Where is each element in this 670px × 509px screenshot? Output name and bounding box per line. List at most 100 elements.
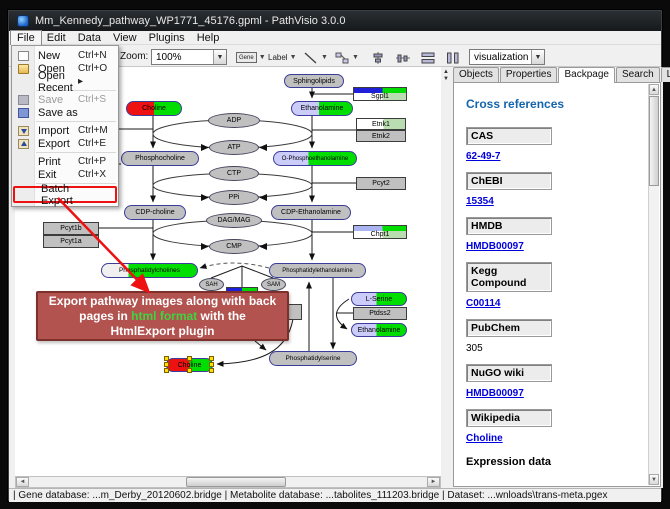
xref-value-link[interactable]: C00114 xyxy=(466,298,500,309)
annotation-line2-highlight: html format xyxy=(131,309,197,323)
file-menu-item-batch-export[interactable]: Batch Export xyxy=(13,186,117,203)
node-l-serine[interactable]: L-Serine xyxy=(351,292,407,306)
gene-tool-button[interactable]: Gene▼ xyxy=(233,49,269,66)
file-menu-item-new[interactable]: NewCtrl+N xyxy=(12,49,118,62)
file-menu-item-import[interactable]: ImportCtrl+M xyxy=(12,124,118,137)
selection-handle[interactable] xyxy=(209,362,214,367)
node-choline-selected[interactable]: Choline xyxy=(166,358,213,372)
menu-view[interactable]: View xyxy=(107,31,143,45)
tab-objects[interactable]: Objects xyxy=(453,67,499,82)
node-cdp-choline[interactable]: CDP-choline xyxy=(124,205,186,220)
node-sam[interactable]: SAM xyxy=(261,278,286,291)
line-tool-button[interactable]: ▼ xyxy=(300,49,331,66)
panel-splitter[interactable]: ▲▼ xyxy=(441,67,451,488)
menu-file[interactable]: File xyxy=(11,31,41,45)
node-phosphatidylserine[interactable]: Phosphatidylserine xyxy=(269,351,357,366)
status-bar: | Gene database: ...m_Derby_20120602.bri… xyxy=(9,488,661,502)
gene-tool-icon: Gene xyxy=(236,52,257,63)
selection-handle[interactable] xyxy=(209,368,214,373)
selection-handle[interactable] xyxy=(164,356,169,361)
xref-value-link[interactable]: Choline xyxy=(466,433,503,444)
node-ethanolamine-2[interactable]: Ethanolamine xyxy=(351,323,407,337)
node-ethanolamine[interactable]: Ethanolamine xyxy=(291,101,353,116)
menu-edit[interactable]: Edit xyxy=(41,31,72,45)
selection-handle[interactable] xyxy=(164,362,169,367)
node-sphingolipids[interactable]: Sphingolipids xyxy=(284,74,344,88)
file-menu-item-save-as[interactable]: Save as xyxy=(12,106,118,119)
node-etnk1[interactable]: Etnk1 xyxy=(356,118,406,130)
menu-shortcut: Ctrl+N xyxy=(78,50,118,61)
shape-tool-button[interactable]: ▼ xyxy=(331,49,362,66)
tab-properties[interactable]: Properties xyxy=(500,67,558,82)
vertical-scrollbar[interactable]: ▲ ▼ xyxy=(648,84,659,485)
splitter-collapse-handle[interactable]: ▲▼ xyxy=(442,69,450,83)
scroll-up-icon[interactable]: ▲ xyxy=(649,84,659,95)
xref-value-link[interactable]: HMDB00097 xyxy=(466,388,524,399)
file-menu-item-label: Exit xyxy=(34,169,78,181)
xref-source-header: HMDB xyxy=(466,217,552,235)
file-menu-item-print[interactable]: PrintCtrl+P xyxy=(12,155,118,168)
zoom-combobox[interactable]: 100% ▼ xyxy=(151,49,227,65)
tab-backpage[interactable]: Backpage xyxy=(558,67,614,83)
vertical-scrollbar-thumb[interactable] xyxy=(649,96,659,186)
scroll-left-icon[interactable]: ◄ xyxy=(16,477,29,487)
node-choline[interactable]: Choline xyxy=(126,101,182,116)
file-menu-item-exit[interactable]: ExitCtrl+X xyxy=(12,168,118,181)
node-cmp[interactable]: CMP xyxy=(209,239,259,254)
horizontal-scrollbar-thumb[interactable] xyxy=(186,477,286,487)
distribute-vertical-button[interactable] xyxy=(442,49,464,66)
node-phosphatidylcholines[interactable]: Phosphatidylcholines xyxy=(101,263,198,278)
node-label: CDP-choline xyxy=(135,209,174,216)
xref-value-link[interactable]: HMDB00097 xyxy=(466,241,524,252)
horizontal-scrollbar[interactable]: ◄ ► xyxy=(15,476,441,488)
selection-handle[interactable] xyxy=(187,368,192,373)
node-chpt1[interactable]: Chpt1 xyxy=(353,225,407,239)
node-pcyt2[interactable]: Pcyt2 xyxy=(356,177,406,190)
menu-help[interactable]: Help xyxy=(191,31,226,45)
distribute-horizontal-button[interactable] xyxy=(417,49,439,66)
file-menu-item-export[interactable]: ExportCtrl+E xyxy=(12,137,118,150)
selection-handle[interactable] xyxy=(209,356,214,361)
node-ctp[interactable]: CTP xyxy=(209,166,259,181)
annotation-line1: Export pathway images along with back xyxy=(49,294,276,308)
scroll-right-icon[interactable]: ► xyxy=(427,477,440,487)
node-etnk2[interactable]: Etnk2 xyxy=(356,130,406,142)
zoom-dropdown-arrow-icon[interactable]: ▼ xyxy=(213,50,226,64)
align-vertical-center-button[interactable] xyxy=(367,49,389,66)
node-pcyt1a[interactable]: Pcyt1a xyxy=(43,235,99,248)
selection-handle[interactable] xyxy=(164,368,169,373)
menu-data[interactable]: Data xyxy=(72,31,107,45)
node-label: Etnk1 xyxy=(372,121,390,128)
node-sah[interactable]: SAH xyxy=(199,278,224,291)
xref-source-header: CAS xyxy=(466,127,552,145)
xref-section-wikipedia: Wikipedia Choline xyxy=(466,409,660,444)
node-dag-mag[interactable]: DAG/MAG xyxy=(206,213,262,228)
tab-search[interactable]: Search xyxy=(616,67,660,82)
visualization-combobox[interactable]: visualization ▼ xyxy=(469,49,545,65)
node-pcyt1b[interactable]: Pcyt1b xyxy=(43,222,99,235)
node-adp[interactable]: ADP xyxy=(208,113,260,128)
node-phosphocholine[interactable]: Phosphocholine xyxy=(121,151,199,166)
scroll-down-icon[interactable]: ▼ xyxy=(649,474,659,485)
node-ptdss2[interactable]: Ptdss2 xyxy=(353,307,407,320)
annotation-line3: HtmlExport plugin xyxy=(111,324,215,338)
node-ppi[interactable]: PPi xyxy=(209,190,259,205)
node-cdp-ethanolamine[interactable]: CDP-Ethanolamine xyxy=(271,205,351,220)
selection-handle[interactable] xyxy=(187,356,192,361)
xref-value-link[interactable]: 15354 xyxy=(466,196,494,207)
node-phosphatidylethanolamine[interactable]: Phosphatidylethanolamine xyxy=(269,263,366,278)
file-menu-item-open-recent[interactable]: Open Recent▸ xyxy=(12,75,118,88)
menu-shortcut: Ctrl+P xyxy=(78,156,118,167)
node-o-phosphoethanolamine[interactable]: O-Phosphoethanolamine xyxy=(273,151,357,166)
visualization-dropdown-arrow-icon[interactable]: ▼ xyxy=(531,50,544,64)
zoom-label: Zoom: xyxy=(120,51,148,62)
xref-value-link[interactable]: 62-49-7 xyxy=(466,151,500,162)
tab-legend[interactable]: Legend xyxy=(661,67,670,82)
label-tool-button[interactable]: Label▼ xyxy=(265,49,300,66)
node-sgpl1[interactable]: Sgpl1 xyxy=(353,87,407,101)
align-horizontal-center-button[interactable] xyxy=(392,49,414,66)
xref-source-header: Wikipedia xyxy=(466,409,552,427)
node-atp[interactable]: ATP xyxy=(209,140,259,155)
node-label: Ethanolamine xyxy=(301,105,344,112)
menu-plugins[interactable]: Plugins xyxy=(143,31,191,45)
